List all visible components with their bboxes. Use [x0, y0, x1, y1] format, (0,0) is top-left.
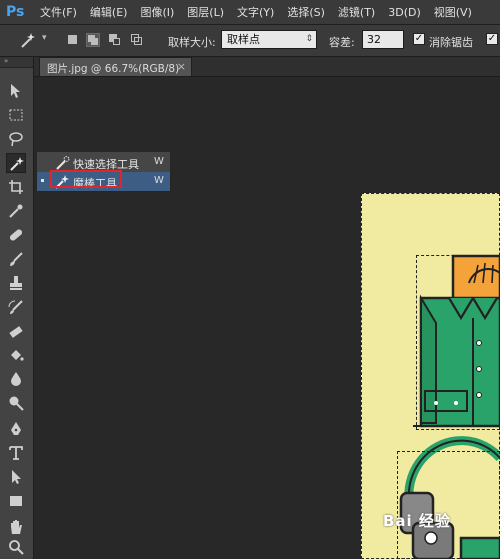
antialias-checkbox[interactable]: ✓ — [413, 33, 425, 45]
tool-preset-dropdown-icon[interactable]: ▾ — [42, 33, 47, 43]
intersect-selection-button[interactable] — [130, 33, 144, 47]
flyout-item-shortcut: W — [154, 175, 164, 186]
path-selection-tool-icon[interactable] — [6, 467, 26, 487]
healing-brush-tool-icon[interactable] — [6, 225, 26, 245]
document-tab-label: 图片.jpg @ 66.7%(RGB/8) — [47, 63, 180, 75]
menu-3d[interactable]: 3D(D) — [388, 6, 421, 19]
antialias-label: 消除锯齿 — [429, 36, 473, 49]
eraser-tool-icon[interactable] — [6, 321, 26, 341]
headphones-selection-outline — [397, 451, 500, 559]
magic-wand-tool-icon[interactable] — [6, 153, 26, 173]
magic-wand-icon[interactable] — [18, 30, 38, 50]
add-to-selection-button[interactable] — [86, 33, 100, 47]
sample-size-label: 取样大小: — [168, 36, 216, 49]
pen-tool-icon[interactable] — [6, 419, 26, 439]
sample-size-select[interactable]: 取样点 ⇕ — [221, 30, 317, 49]
options-bar: ▾ 取样大小: 取样点 ⇕ 容差: 32 ✓ 消除锯齿 ✓ — [0, 25, 500, 57]
type-tool-icon[interactable] — [6, 443, 26, 463]
active-tool-bullet-icon — [41, 179, 44, 182]
document-tab-bar: 图片.jpg @ 66.7%(RGB/8) × — [34, 57, 500, 77]
crop-tool-icon[interactable] — [6, 177, 26, 197]
move-tool-icon[interactable] — [6, 81, 26, 101]
new-selection-button[interactable] — [66, 33, 80, 47]
photoshop-logo: Ps — [6, 4, 25, 20]
document-tab[interactable]: 图片.jpg @ 66.7%(RGB/8) × — [39, 57, 192, 76]
menu-select[interactable]: 选择(S) — [287, 4, 325, 20]
rectangle-tool-icon[interactable] — [6, 491, 26, 511]
marquee-tool-icon[interactable] — [6, 105, 26, 125]
menu-view[interactable]: 视图(V) — [434, 4, 472, 20]
history-brush-tool-icon[interactable] — [6, 297, 26, 317]
menu-bar: Ps 文件(F) 编辑(E) 图像(I) 图层(L) 文字(Y) 选择(S) 滤… — [0, 0, 500, 25]
updown-arrows-icon: ⇕ — [305, 34, 313, 44]
tolerance-input[interactable]: 32 — [362, 30, 404, 49]
eyedropper-tool-icon[interactable] — [6, 201, 26, 221]
tolerance-label: 容差: — [329, 36, 355, 49]
paint-bucket-tool-icon[interactable] — [6, 345, 26, 365]
menu-filter[interactable]: 滤镜(T) — [338, 4, 375, 20]
tools-panel: » — [0, 57, 34, 559]
lasso-tool-icon[interactable] — [6, 129, 26, 149]
hand-tool-icon[interactable] — [6, 517, 26, 537]
menu-edit[interactable]: 编辑(E) — [90, 4, 128, 20]
blur-tool-icon[interactable] — [6, 369, 26, 389]
contiguous-checkbox[interactable]: ✓ — [486, 33, 498, 45]
canvas-image[interactable] — [361, 193, 500, 559]
watermark: Bai 经验 — [383, 512, 451, 530]
clone-stamp-tool-icon[interactable] — [6, 273, 26, 293]
menu-layer[interactable]: 图层(L) — [187, 4, 224, 20]
subtract-from-selection-button[interactable] — [108, 33, 122, 47]
menu-file[interactable]: 文件(F) — [40, 4, 77, 20]
zoom-tool-icon[interactable] — [6, 537, 26, 557]
quick-selection-icon — [54, 155, 70, 171]
close-icon[interactable]: × — [177, 60, 186, 73]
sample-size-value: 取样点 — [227, 33, 260, 46]
brush-tool-icon[interactable] — [6, 249, 26, 269]
annotation-highlight-box — [50, 170, 122, 188]
menu-type[interactable]: 文字(Y) — [237, 4, 274, 20]
panel-collapse-icon[interactable]: » — [0, 57, 33, 68]
menu-image[interactable]: 图像(I) — [140, 4, 174, 20]
flyout-item-shortcut: W — [154, 156, 164, 167]
object-selection-outline — [416, 255, 500, 430]
dodge-tool-icon[interactable] — [6, 393, 26, 413]
